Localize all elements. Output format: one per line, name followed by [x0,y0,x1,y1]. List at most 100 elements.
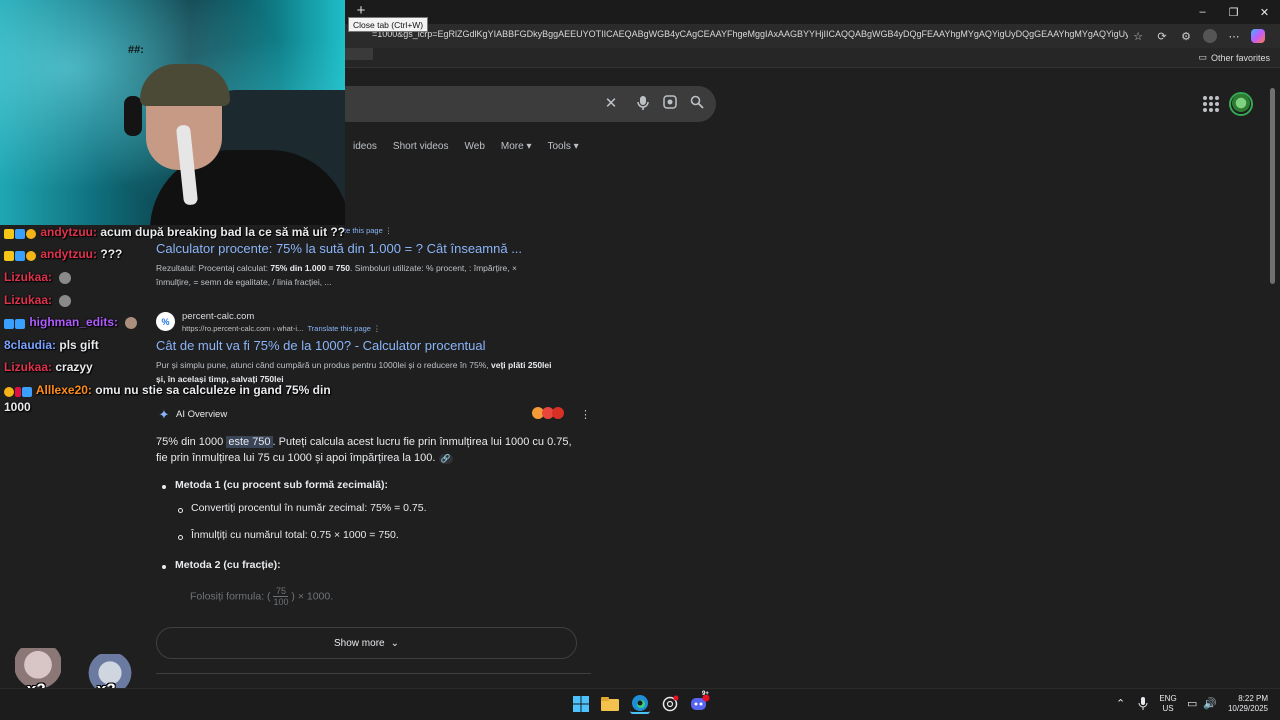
more-options-icon[interactable]: ⋯ [1222,27,1246,45]
minimize-button[interactable]: – [1187,0,1218,24]
result2-title-link[interactable]: Cât de mult va fi 75% de la 1000? - Calc… [156,338,486,353]
discord-icon[interactable]: 9+ [690,691,710,714]
chat-username: Lizukaa: [4,293,53,307]
percent-calc-favicon: % [156,312,175,331]
chat-username: Alllexe20: [35,383,92,397]
chat-message: highman_edits: [4,315,138,330]
tab-short-videos[interactable]: Short videos [385,140,457,154]
chat-message: 8claudia: pls gift [4,338,99,352]
chat-text: pls gift [59,338,99,352]
windows-start-icon[interactable] [571,694,591,714]
ai-source-icons[interactable] [532,407,566,421]
tab-more[interactable]: More ▾ [493,140,540,154]
other-favorites-label: Other favorites [1210,52,1270,63]
chat-username: Lizukaa: [4,270,53,284]
chat-message: Lizukaa: crazyy [4,360,93,374]
language-indicator[interactable]: ENG US [1158,694,1178,714]
webcam-overlay: ##: [0,0,345,225]
screen: + – ❐ ✕ =1000&gs_lcrp=EgRlZGdlKgYIABBFGD… [0,0,1280,720]
ai-overview-title: AI Overview [176,409,228,420]
close-tab-tooltip: Close tab (Ctrl+W) [348,17,429,32]
tab-web[interactable]: Web [457,140,493,154]
ai-sparkle-icon: ✦ [158,407,170,422]
result2-url[interactable]: https://ro.percent-calc.com › what-i... … [182,324,381,333]
restore-button[interactable]: ❐ [1218,0,1249,24]
copilot-icon[interactable] [1246,27,1270,45]
chat-username: highman_edits: [29,315,119,329]
network-icon[interactable]: ▭ [1187,697,1197,710]
google-apps-icon[interactable] [1203,96,1219,112]
show-more-button[interactable]: Show more ⌄ [156,627,577,659]
chat-message: Alllexe20: omu nu stie sa calculeze in g… [4,383,331,398]
result1-snippet-line2: înmulțire, = semn de egalitate, / linia … [156,277,332,287]
chat-text: crazyy [55,360,93,374]
chatgpt-icon[interactable] [660,694,680,714]
clear-icon[interactable]: ✕ [602,95,620,113]
answer-highlight: este 750 [226,436,273,448]
folder-icon: ▭ [1198,52,1207,62]
result1-translate-link[interactable]: te this page ⋮ [344,226,392,235]
tab-videos[interactable]: ideos [345,140,385,154]
tab-dropdown-remnant [345,48,373,60]
language-code: ENG [1159,694,1177,703]
chat-message: andytzuu: ??? [4,247,122,262]
chat-badges [4,226,37,240]
chat-emote-icon [59,271,72,284]
fraction-denominator: 100 [273,596,289,607]
result2-translate-link[interactable]: Translate this page [307,324,371,333]
address-bar-input[interactable]: =1000&gs_lcrp=EgRlZGdlKgYIABBFGDkyBggAEE… [372,29,1128,43]
scrollbar-thumb[interactable] [1270,88,1275,284]
bullet-dot [162,565,166,569]
tab-tools[interactable]: Tools ▾ [539,140,586,154]
ai-more-options-icon[interactable]: ⋮ [580,408,591,421]
result2-site-name[interactable]: percent-calc.com [182,311,254,322]
chat-message: andytzuu: acum după breaking bad la ce s… [4,225,345,240]
clock[interactable]: 8:22 PM 10/29/2025 [1222,694,1268,714]
link-icon[interactable]: 🔗 [438,454,453,464]
chevron-up-icon[interactable]: ⌃ [1116,697,1125,710]
search-icon[interactable] [688,95,706,113]
method1-heading: Metoda 1 (cu procent sub formă zecimală)… [175,479,388,491]
chat-emote-icon [125,316,138,329]
volume-icon[interactable]: 🔊 [1203,697,1217,710]
ai-overview-answer: 75% din 1000 este 750. Puteți calcula ac… [156,436,572,464]
chat-text: acum după breaking bad la ce să mă uit ?… [100,225,346,239]
discord-badge-count: 9+ [702,691,709,697]
account-avatar[interactable] [1229,92,1253,116]
chat-text: ??? [100,247,123,261]
microphone-icon[interactable] [634,95,652,113]
fraction-numerator: 75 [275,586,286,596]
refresh-icon[interactable]: ⟳ [1150,27,1174,45]
close-window-button[interactable]: ✕ [1249,0,1280,24]
other-favorites-button[interactable]: ▭ Other favorites [1198,52,1270,63]
extensions-icon[interactable]: ⚙ [1174,27,1198,45]
camera-lens-icon[interactable] [661,95,679,113]
bullet-dot [162,485,166,489]
chat-username: Lizukaa: [4,360,53,374]
microphone-tray-icon[interactable] [1138,697,1148,713]
search-input[interactable]: ✕ [330,86,716,122]
search-tabs: ideos Short videos Web More ▾ Tools ▾ [345,140,587,154]
chat-badges [4,316,26,330]
chat-text: omu nu stie sa calculeze in gand 75% din [95,383,331,397]
divider [156,673,591,674]
result1-snippet-line1: Rezultatul: Procentaj calculat: 75% din … [156,263,517,273]
address-bar-icons: ☆ ⟳ ⚙ ⋯ [1126,27,1270,45]
region-code: US [1162,704,1174,713]
clock-date: 10/29/2025 [1227,704,1268,713]
result1-title-link[interactable]: Calculator procente: 75% la sută din 1.0… [156,241,522,256]
file-explorer-icon[interactable] [600,694,620,714]
profile-icon[interactable] [1198,27,1222,45]
chat-badges [4,248,37,262]
chat-message: Lizukaa: [4,293,72,307]
favorite-star-icon[interactable]: ☆ [1126,27,1150,45]
sub-bullet [178,535,183,540]
method1-step1: Convertiți procentul în număr zecimal: 7… [191,502,427,514]
method2-step1: Folosiți formula: ( 75 100 ) × 1000. [190,586,334,607]
chevron-down-icon: ⌄ [390,637,399,649]
chat-message-continuation: 1000 [4,400,31,414]
edge-browser-icon[interactable] [630,694,650,714]
chat-username: andytzuu: [40,247,98,261]
headset-icon [124,96,142,136]
method1-step2: Înmulțiți cu numărul total: 0.75 × 1000 … [191,529,399,541]
